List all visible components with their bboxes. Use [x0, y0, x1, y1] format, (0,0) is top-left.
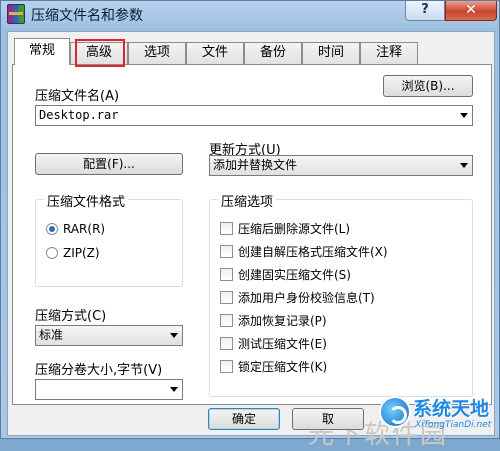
chevron-down-icon[interactable] [170, 387, 178, 392]
tab-advanced[interactable]: 高级 [70, 42, 128, 64]
method-value: 标准 [39, 328, 64, 342]
general-tab-page: 压缩文件名(A) 浏览(B)... Desktop.rar 更新方式(U) 配置… [12, 64, 492, 405]
archive-format-group: 压缩文件格式 RAR(R) ZIP(Z) [35, 191, 183, 287]
method-label: 压缩方式(C) [35, 309, 107, 324]
option-delete-after[interactable]: 压缩后删除源文件(L) [220, 220, 350, 237]
title-bar[interactable]: 压缩文件名和参数 ? ✕ [1, 1, 499, 31]
tab-files[interactable]: 文件 [186, 42, 244, 64]
option-test[interactable]: 测试压缩文件(E) [220, 335, 327, 352]
format-rar-label: RAR(R) [63, 222, 106, 236]
dialog-window: 压缩文件名和参数 ? ✕ 常规 高级 选项 文件 备份 时间 注释 压缩文件名(… [0, 0, 500, 450]
close-button[interactable]: ✕ [445, 1, 497, 21]
archive-options-title: 压缩选项 [218, 191, 277, 210]
option-solid[interactable]: 创建固实压缩文件(S) [220, 266, 351, 283]
archive-name-label: 压缩文件名(A) [35, 89, 120, 104]
tab-general[interactable]: 常规 [14, 38, 70, 65]
checkbox[interactable] [220, 337, 233, 350]
winrar-app-icon [7, 4, 25, 24]
option-label: 创建固实压缩文件(S) [238, 268, 351, 282]
brand-url: XiTongTianDi.net [415, 420, 492, 430]
window-title: 压缩文件名和参数 [31, 8, 143, 24]
ok-button[interactable]: 确定 [208, 408, 280, 430]
method-dropdown[interactable]: 标准 [35, 325, 183, 346]
cancel-button[interactable]: 取 [292, 408, 364, 430]
brand-logo-icon [379, 396, 411, 428]
option-label: 压缩后删除源文件(L) [238, 222, 351, 236]
format-zip-label: ZIP(Z) [63, 246, 100, 260]
format-radio-rar[interactable]: RAR(R) [46, 222, 105, 236]
archive-name-value: Desktop.rar [39, 108, 119, 122]
split-size-label: 压缩分卷大小,字节(V) [35, 363, 163, 378]
site-watermark: 系统天地 XiTongTianDi.net [379, 394, 497, 438]
checkbox[interactable] [220, 222, 233, 235]
tab-backup[interactable]: 备份 [244, 42, 302, 64]
tab-comment[interactable]: 注释 [360, 42, 418, 64]
chevron-down-icon[interactable] [460, 113, 468, 118]
checkbox[interactable] [220, 268, 233, 281]
tab-time[interactable]: 时间 [302, 42, 360, 64]
option-label: 测试压缩文件(E) [238, 337, 327, 351]
radio-button-selected[interactable] [46, 223, 58, 235]
help-button[interactable]: ? [405, 1, 445, 21]
update-mode-value: 添加并替换文件 [213, 158, 298, 172]
option-sfx[interactable]: 创建自解压格式压缩文件(X) [220, 243, 388, 260]
option-authenticity[interactable]: 添加用户身份校验信息(T) [220, 289, 375, 306]
archive-options-group: 压缩选项 压缩后删除源文件(L) 创建自解压格式压缩文件(X) 创建固实压缩文件… [209, 191, 473, 397]
profile-button[interactable]: 配置(F)... [35, 153, 183, 175]
brand-name: 系统天地 [413, 398, 490, 420]
option-recovery-record[interactable]: 添加恢复记录(P) [220, 312, 327, 329]
option-label: 添加恢复记录(P) [238, 314, 327, 328]
archive-name-combo[interactable]: Desktop.rar [35, 105, 473, 126]
checkbox[interactable] [220, 360, 233, 373]
split-size-combo[interactable] [35, 379, 183, 400]
browse-button[interactable]: 浏览(B)... [383, 75, 473, 97]
checkbox[interactable] [220, 245, 233, 258]
update-mode-dropdown[interactable]: 添加并替换文件 [209, 155, 473, 176]
checkbox[interactable] [220, 314, 233, 327]
tab-options[interactable]: 选项 [128, 42, 186, 64]
option-label: 创建自解压格式压缩文件(X) [238, 245, 388, 259]
chevron-down-icon[interactable] [170, 333, 178, 338]
option-label: 锁定压缩文件(K) [238, 360, 328, 374]
checkbox[interactable] [220, 291, 233, 304]
option-lock[interactable]: 锁定压缩文件(K) [220, 358, 327, 375]
format-radio-zip[interactable]: ZIP(Z) [46, 246, 100, 260]
dialog-client-area: 常规 高级 选项 文件 备份 时间 注释 压缩文件名(A) 浏览(B)... D… [7, 31, 495, 450]
radio-button[interactable] [46, 247, 58, 259]
chevron-down-icon[interactable] [460, 163, 468, 168]
option-label: 添加用户身份校验信息(T) [238, 291, 375, 305]
archive-format-title: 压缩文件格式 [44, 191, 129, 210]
